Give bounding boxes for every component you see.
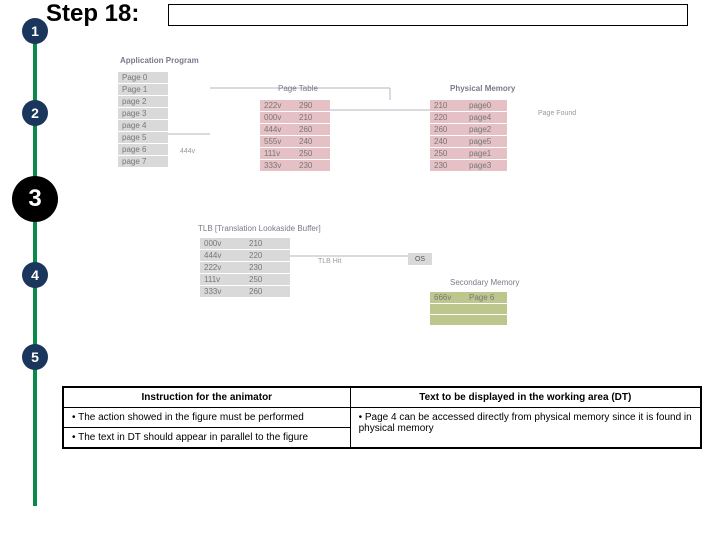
sm-cell [465, 304, 507, 314]
tlb-cell: 220 [245, 250, 290, 261]
tlb-cell: 333v [200, 286, 245, 297]
page-found-label: Page Found [538, 110, 576, 117]
pt-cell: 290 [295, 100, 330, 111]
tlb-hit-label: TLB Hit [318, 258, 341, 265]
step-node-4[interactable]: 4 [22, 262, 48, 288]
pt-cell: 555v [260, 136, 295, 147]
tlb-cell: 230 [245, 262, 290, 273]
sm-cell [430, 304, 465, 314]
app-row: page 6 [118, 144, 168, 155]
instruction-header-right: Text to be displayed in the working area… [350, 387, 701, 408]
instruction-header-left: Instruction for the animator [63, 387, 350, 408]
memory-diagram: Application Program Page 0 Page 1 page 2… [60, 48, 700, 378]
app-row: page 7 [118, 156, 168, 167]
tlb-table: 000v210 444v220 222v230 111v250 333v260 [200, 238, 290, 298]
tlb-cell: 444v [200, 250, 245, 261]
sm-cell [465, 315, 507, 325]
pt-cell: 260 [295, 124, 330, 135]
step-node-2[interactable]: 2 [22, 100, 48, 126]
instruction-text: The action showed in the figure must be … [78, 412, 304, 423]
app-row: page 3 [118, 108, 168, 119]
step-node-3[interactable]: 3 [12, 176, 58, 222]
lookup-vaddr-label: 444v [180, 148, 195, 155]
secondary-memory-table: 666vPage 6 [430, 292, 507, 326]
pm-cell: page5 [465, 136, 507, 147]
pt-cell: 111v [260, 148, 295, 159]
application-program-table: Page 0 Page 1 page 2 page 3 page 4 page … [118, 72, 168, 168]
physical-memory-label: Physical Memory [450, 84, 515, 93]
tlb-cell: 250 [245, 274, 290, 285]
pt-cell: 333v [260, 160, 295, 171]
pm-cell: 230 [430, 160, 465, 171]
sm-cell: Page 6 [465, 292, 507, 303]
pt-cell: 230 [295, 160, 330, 171]
instruction-cell-left-1: • The action showed in the figure must b… [63, 408, 350, 428]
pm-cell: page4 [465, 112, 507, 123]
application-program-label: Application Program [120, 56, 199, 65]
instruction-text: Page 4 can be accessed directly from phy… [359, 412, 692, 434]
app-row: page 5 [118, 132, 168, 143]
pm-cell: 220 [430, 112, 465, 123]
stepper: 1 2 3 4 5 [12, 18, 58, 518]
instruction-table: Instruction for the animator Text to be … [62, 386, 702, 449]
step-node-1[interactable]: 1 [22, 18, 48, 44]
step-node-5[interactable]: 5 [22, 344, 48, 370]
pm-cell: page1 [465, 148, 507, 159]
tlb-cell: 210 [245, 238, 290, 249]
sm-cell [430, 315, 465, 325]
physical-memory-table: 210page0 220page4 260page2 240page5 250p… [430, 100, 507, 172]
secondary-memory-label: Secondary Memory [450, 278, 519, 287]
app-row: Page 0 [118, 72, 168, 83]
pt-cell: 250 [295, 148, 330, 159]
tlb-cell: 260 [245, 286, 290, 297]
pm-cell: page0 [465, 100, 507, 111]
pt-cell: 444v [260, 124, 295, 135]
tlb-cell: 222v [200, 262, 245, 273]
page-table: 222v290 000v210 444v260 555v240 111v250 … [260, 100, 330, 172]
pt-cell: 222v [260, 100, 295, 111]
tlb-cell: 111v [200, 274, 245, 285]
pm-cell: page2 [465, 124, 507, 135]
sm-cell: 666v [430, 292, 465, 303]
pm-cell: page3 [465, 160, 507, 171]
instruction-cell-left-2: • The text in DT should appear in parall… [63, 428, 350, 449]
os-box: OS [408, 253, 432, 265]
step-title-field[interactable] [168, 4, 688, 26]
pm-cell: 240 [430, 136, 465, 147]
pt-cell: 000v [260, 112, 295, 123]
tlb-label: TLB [Translation Lookaside Buffer] [198, 224, 321, 233]
page-table-label: Page Table [278, 84, 318, 93]
step-title: Step 18: [46, 0, 139, 28]
tlb-cell: 000v [200, 238, 245, 249]
app-row: Page 1 [118, 84, 168, 95]
pt-cell: 240 [295, 136, 330, 147]
app-row: page 2 [118, 96, 168, 107]
pm-cell: 210 [430, 100, 465, 111]
pm-cell: 260 [430, 124, 465, 135]
instruction-cell-right: • Page 4 can be accessed directly from p… [350, 408, 701, 449]
app-row: page 4 [118, 120, 168, 131]
pt-cell: 210 [295, 112, 330, 123]
pm-cell: 250 [430, 148, 465, 159]
instruction-text: The text in DT should appear in parallel… [78, 432, 308, 443]
